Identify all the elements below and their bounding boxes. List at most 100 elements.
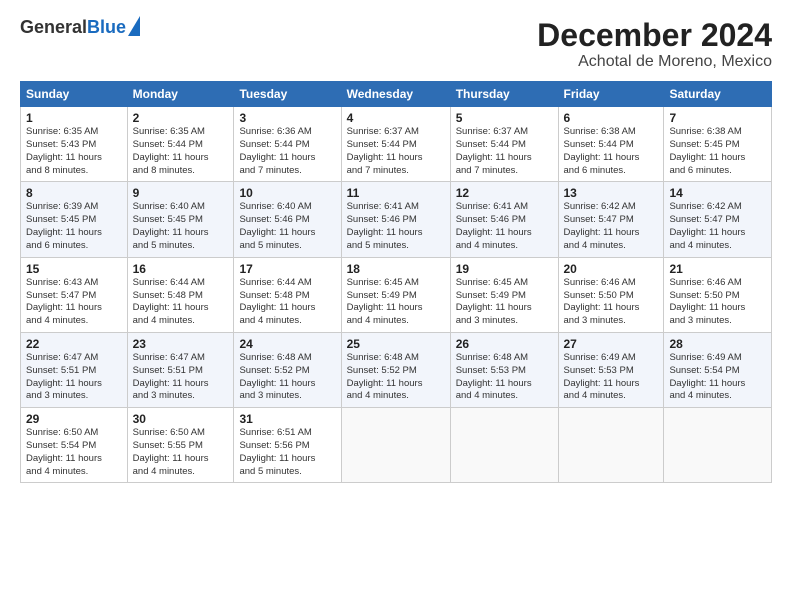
calendar-cell: 15Sunrise: 6:43 AMSunset: 5:47 PMDayligh…: [21, 257, 128, 332]
day-number: 1: [26, 111, 122, 125]
day-number: 17: [239, 262, 335, 276]
calendar-cell: 14Sunrise: 6:42 AMSunset: 5:47 PMDayligh…: [664, 182, 772, 257]
day-number: 21: [669, 262, 766, 276]
calendar-title: December 2024: [537, 18, 772, 53]
calendar-cell: 6Sunrise: 6:38 AMSunset: 5:44 PMDaylight…: [558, 107, 664, 182]
day-info: Sunrise: 6:48 AMSunset: 5:53 PMDaylight:…: [456, 352, 553, 403]
day-number: 13: [564, 186, 659, 200]
logo-triangle-icon: [128, 16, 140, 36]
day-info: Sunrise: 6:35 AMSunset: 5:43 PMDaylight:…: [26, 126, 122, 177]
calendar-cell: [558, 408, 664, 483]
day-number: 11: [347, 186, 445, 200]
calendar-week-4: 22Sunrise: 6:47 AMSunset: 5:51 PMDayligh…: [21, 332, 772, 407]
day-number: 28: [669, 337, 766, 351]
calendar-cell: 2Sunrise: 6:35 AMSunset: 5:44 PMDaylight…: [127, 107, 234, 182]
day-number: 7: [669, 111, 766, 125]
calendar-table: SundayMondayTuesdayWednesdayThursdayFrid…: [20, 81, 772, 483]
day-info: Sunrise: 6:45 AMSunset: 5:49 PMDaylight:…: [347, 277, 445, 328]
calendar-cell: 28Sunrise: 6:49 AMSunset: 5:54 PMDayligh…: [664, 332, 772, 407]
column-header-wednesday: Wednesday: [341, 82, 450, 107]
day-info: Sunrise: 6:50 AMSunset: 5:55 PMDaylight:…: [133, 427, 229, 478]
day-info: Sunrise: 6:36 AMSunset: 5:44 PMDaylight:…: [239, 126, 335, 177]
day-info: Sunrise: 6:44 AMSunset: 5:48 PMDaylight:…: [239, 277, 335, 328]
title-block: December 2024 Achotal de Moreno, Mexico: [537, 18, 772, 71]
calendar-cell: 7Sunrise: 6:38 AMSunset: 5:45 PMDaylight…: [664, 107, 772, 182]
day-info: Sunrise: 6:41 AMSunset: 5:46 PMDaylight:…: [456, 201, 553, 252]
calendar-cell: 8Sunrise: 6:39 AMSunset: 5:45 PMDaylight…: [21, 182, 128, 257]
day-number: 24: [239, 337, 335, 351]
header: GeneralBlue December 2024 Achotal de Mor…: [20, 18, 772, 71]
day-info: Sunrise: 6:49 AMSunset: 5:53 PMDaylight:…: [564, 352, 659, 403]
day-info: Sunrise: 6:47 AMSunset: 5:51 PMDaylight:…: [133, 352, 229, 403]
calendar-cell: 5Sunrise: 6:37 AMSunset: 5:44 PMDaylight…: [450, 107, 558, 182]
calendar-header-row: SundayMondayTuesdayWednesdayThursdayFrid…: [21, 82, 772, 107]
day-info: Sunrise: 6:43 AMSunset: 5:47 PMDaylight:…: [26, 277, 122, 328]
day-number: 29: [26, 412, 122, 426]
calendar-week-1: 1Sunrise: 6:35 AMSunset: 5:43 PMDaylight…: [21, 107, 772, 182]
calendar-cell: 30Sunrise: 6:50 AMSunset: 5:55 PMDayligh…: [127, 408, 234, 483]
calendar-cell: [450, 408, 558, 483]
day-info: Sunrise: 6:37 AMSunset: 5:44 PMDaylight:…: [347, 126, 445, 177]
day-number: 30: [133, 412, 229, 426]
day-number: 5: [456, 111, 553, 125]
day-number: 19: [456, 262, 553, 276]
day-number: 22: [26, 337, 122, 351]
day-number: 16: [133, 262, 229, 276]
calendar-cell: 26Sunrise: 6:48 AMSunset: 5:53 PMDayligh…: [450, 332, 558, 407]
day-info: Sunrise: 6:41 AMSunset: 5:46 PMDaylight:…: [347, 201, 445, 252]
calendar-cell: 19Sunrise: 6:45 AMSunset: 5:49 PMDayligh…: [450, 257, 558, 332]
day-info: Sunrise: 6:50 AMSunset: 5:54 PMDaylight:…: [26, 427, 122, 478]
calendar-week-3: 15Sunrise: 6:43 AMSunset: 5:47 PMDayligh…: [21, 257, 772, 332]
calendar-cell: 27Sunrise: 6:49 AMSunset: 5:53 PMDayligh…: [558, 332, 664, 407]
day-info: Sunrise: 6:48 AMSunset: 5:52 PMDaylight:…: [347, 352, 445, 403]
calendar-cell: 24Sunrise: 6:48 AMSunset: 5:52 PMDayligh…: [234, 332, 341, 407]
day-info: Sunrise: 6:44 AMSunset: 5:48 PMDaylight:…: [133, 277, 229, 328]
day-number: 31: [239, 412, 335, 426]
calendar-cell: 22Sunrise: 6:47 AMSunset: 5:51 PMDayligh…: [21, 332, 128, 407]
calendar-cell: [664, 408, 772, 483]
day-number: 9: [133, 186, 229, 200]
day-number: 20: [564, 262, 659, 276]
day-info: Sunrise: 6:40 AMSunset: 5:46 PMDaylight:…: [239, 201, 335, 252]
column-header-sunday: Sunday: [21, 82, 128, 107]
day-info: Sunrise: 6:35 AMSunset: 5:44 PMDaylight:…: [133, 126, 229, 177]
calendar-cell: 3Sunrise: 6:36 AMSunset: 5:44 PMDaylight…: [234, 107, 341, 182]
column-header-tuesday: Tuesday: [234, 82, 341, 107]
calendar-cell: 18Sunrise: 6:45 AMSunset: 5:49 PMDayligh…: [341, 257, 450, 332]
calendar-cell: 9Sunrise: 6:40 AMSunset: 5:45 PMDaylight…: [127, 182, 234, 257]
column-header-saturday: Saturday: [664, 82, 772, 107]
calendar-cell: 17Sunrise: 6:44 AMSunset: 5:48 PMDayligh…: [234, 257, 341, 332]
calendar-cell: 23Sunrise: 6:47 AMSunset: 5:51 PMDayligh…: [127, 332, 234, 407]
calendar-cell: 13Sunrise: 6:42 AMSunset: 5:47 PMDayligh…: [558, 182, 664, 257]
logo-general: General: [20, 17, 87, 37]
calendar-cell: 4Sunrise: 6:37 AMSunset: 5:44 PMDaylight…: [341, 107, 450, 182]
day-info: Sunrise: 6:38 AMSunset: 5:45 PMDaylight:…: [669, 126, 766, 177]
day-number: 2: [133, 111, 229, 125]
calendar-cell: 31Sunrise: 6:51 AMSunset: 5:56 PMDayligh…: [234, 408, 341, 483]
day-number: 25: [347, 337, 445, 351]
logo-text-block: GeneralBlue: [20, 18, 140, 38]
day-info: Sunrise: 6:37 AMSunset: 5:44 PMDaylight:…: [456, 126, 553, 177]
calendar-cell: 25Sunrise: 6:48 AMSunset: 5:52 PMDayligh…: [341, 332, 450, 407]
day-number: 4: [347, 111, 445, 125]
calendar-cell: 11Sunrise: 6:41 AMSunset: 5:46 PMDayligh…: [341, 182, 450, 257]
day-info: Sunrise: 6:42 AMSunset: 5:47 PMDaylight:…: [564, 201, 659, 252]
logo: GeneralBlue: [20, 18, 140, 38]
day-info: Sunrise: 6:39 AMSunset: 5:45 PMDaylight:…: [26, 201, 122, 252]
day-number: 12: [456, 186, 553, 200]
day-info: Sunrise: 6:47 AMSunset: 5:51 PMDaylight:…: [26, 352, 122, 403]
logo-blue: Blue: [87, 17, 126, 37]
day-info: Sunrise: 6:46 AMSunset: 5:50 PMDaylight:…: [564, 277, 659, 328]
day-number: 10: [239, 186, 335, 200]
day-number: 3: [239, 111, 335, 125]
calendar-cell: 21Sunrise: 6:46 AMSunset: 5:50 PMDayligh…: [664, 257, 772, 332]
calendar-cell: [341, 408, 450, 483]
day-info: Sunrise: 6:40 AMSunset: 5:45 PMDaylight:…: [133, 201, 229, 252]
day-number: 23: [133, 337, 229, 351]
column-header-friday: Friday: [558, 82, 664, 107]
day-number: 6: [564, 111, 659, 125]
column-header-thursday: Thursday: [450, 82, 558, 107]
day-number: 8: [26, 186, 122, 200]
day-info: Sunrise: 6:38 AMSunset: 5:44 PMDaylight:…: [564, 126, 659, 177]
day-info: Sunrise: 6:51 AMSunset: 5:56 PMDaylight:…: [239, 427, 335, 478]
